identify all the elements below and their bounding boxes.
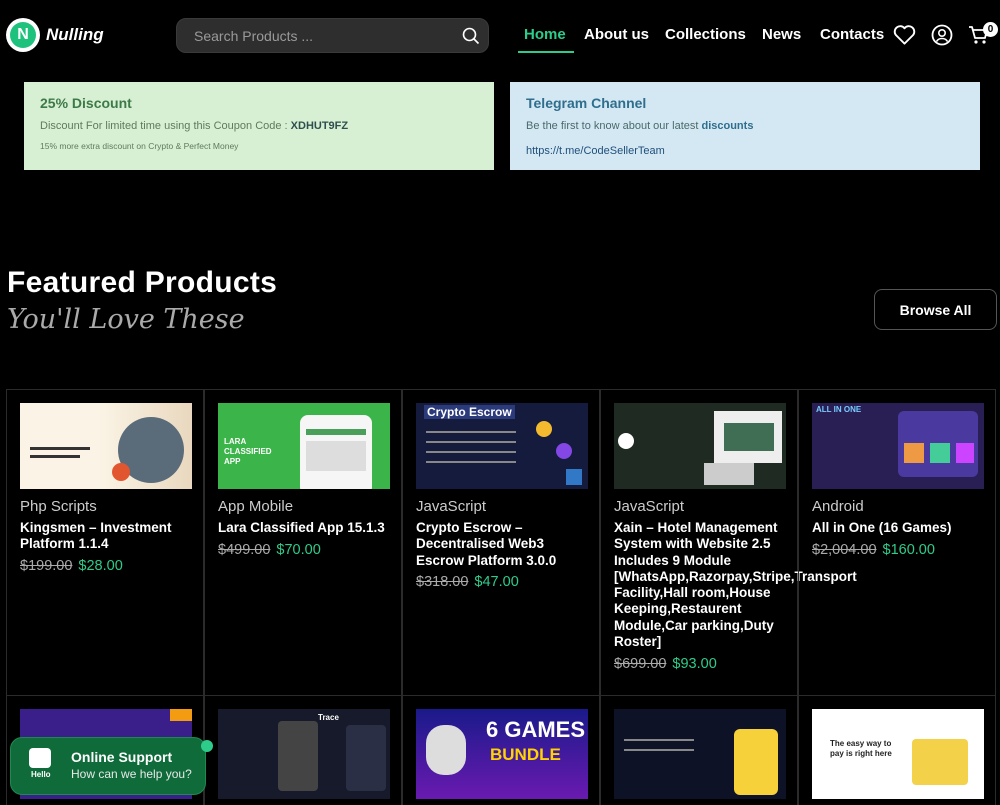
product-category[interactable]: Php Scripts (20, 498, 97, 515)
header: N Nulling Home About us Collections News… (0, 0, 1000, 72)
product-card[interactable]: ALL IN ONE Android All in One (16 Games)… (798, 390, 996, 696)
product-category[interactable]: Android (812, 498, 864, 515)
telegram-text: Be the first to know about our latest di… (526, 120, 964, 132)
user-icon[interactable] (931, 24, 953, 46)
nav-collections[interactable]: Collections (665, 26, 746, 43)
chat-icon (29, 748, 51, 768)
nav-news[interactable]: News (762, 26, 801, 43)
section-title: Featured Products (7, 266, 278, 299)
logo[interactable]: N Nulling (6, 18, 104, 52)
discount-text-prefix: Discount For limited time using this Cou… (40, 120, 291, 132)
search-input[interactable] (177, 19, 488, 52)
thumb-text: Crypto Escrow (424, 405, 515, 419)
product-image[interactable] (20, 403, 192, 489)
support-hello: Hello (31, 770, 51, 779)
old-price: $499.00 (218, 542, 271, 558)
product-price: $199.00 $28.00 (20, 558, 123, 574)
sale-price: $160.00 (882, 542, 935, 558)
product-card[interactable]: Crypto Escrow JavaScript Crypto Escrow –… (402, 390, 600, 696)
sale-price: $70.00 (276, 542, 321, 558)
online-support-widget[interactable]: Hello Online Support How can we help you… (10, 737, 213, 795)
nav-home[interactable]: Home (524, 26, 566, 43)
product-image[interactable] (614, 403, 786, 489)
product-title[interactable]: Lara Classified App 15.1.3 (218, 520, 396, 536)
discount-banner: 25% Discount Discount For limited time u… (24, 82, 494, 170)
product-image[interactable]: 6 GAMES BUNDLE (416, 709, 588, 799)
product-price: $699.00 $93.00 (614, 656, 717, 672)
product-title[interactable]: Kingsmen – Investment Platform 1.1.4 (20, 520, 192, 553)
nav-about-us[interactable]: About us (584, 26, 649, 43)
section-subtitle: You'll Love These (7, 304, 245, 335)
telegram-highlight: discounts (701, 120, 754, 132)
product-card[interactable]: 6 GAMES BUNDLE (402, 696, 600, 805)
browse-all-button[interactable]: Browse All (874, 289, 997, 330)
support-subtitle: How can we help you? (71, 767, 192, 781)
product-category[interactable]: App Mobile (218, 498, 293, 515)
product-card[interactable] (600, 696, 798, 805)
brand-name: Nulling (46, 25, 104, 44)
product-image[interactable]: Trace (218, 709, 390, 799)
old-price: $199.00 (20, 558, 73, 574)
product-title[interactable]: Crypto Escrow – Decentralised Web3 Escro… (416, 520, 588, 569)
thumb-text: LARA CLASSIFIED APP (224, 437, 272, 466)
product-image[interactable]: ALL IN ONE (812, 403, 984, 489)
product-image[interactable]: The easy way to pay is right here (812, 709, 984, 799)
sale-price: $47.00 (474, 574, 519, 590)
thumb-text: BUNDLE (490, 745, 561, 764)
support-title: Online Support (71, 749, 173, 765)
product-card[interactable]: The easy way to pay is right here (798, 696, 996, 805)
product-price: $318.00 $47.00 (416, 574, 519, 590)
discount-extra: 15% more extra discount on Crypto & Perf… (40, 141, 239, 151)
search-bar (176, 18, 489, 53)
logo-icon: N (6, 18, 40, 52)
product-title[interactable]: Xain – Hotel Management System with Webs… (614, 520, 857, 650)
telegram-title: Telegram Channel (526, 95, 647, 111)
logo-letter: N (10, 22, 36, 48)
product-card[interactable]: LARA CLASSIFIED APP App Mobile Lara Clas… (204, 390, 402, 696)
product-category[interactable]: JavaScript (614, 498, 684, 515)
old-price: $2,004.00 (812, 542, 877, 558)
sale-price: $28.00 (78, 558, 123, 574)
nav-contacts[interactable]: Contacts (820, 26, 884, 43)
old-price: $699.00 (614, 656, 667, 672)
product-image[interactable] (614, 709, 786, 799)
heart-icon[interactable] (893, 24, 916, 46)
thumb-text: The easy way to pay is right here (830, 739, 892, 758)
thumb-text: ALL IN ONE (816, 405, 862, 414)
sale-price: $93.00 (672, 656, 717, 672)
coupon-code: XDHUT9FZ (290, 120, 349, 132)
cart-count-badge: 0 (983, 22, 998, 37)
telegram-link[interactable]: https://t.me/CodeSellerTeam (526, 145, 665, 157)
product-image[interactable]: Crypto Escrow (416, 403, 588, 489)
search-icon[interactable] (462, 27, 480, 45)
product-category[interactable]: JavaScript (416, 498, 486, 515)
old-price: $318.00 (416, 574, 469, 590)
thumb-text: Trace (318, 713, 339, 722)
thumb-text: 6 GAMES (486, 717, 586, 742)
product-price: $499.00 $70.00 (218, 542, 321, 558)
telegram-banner: Telegram Channel Be the first to know ab… (510, 82, 980, 170)
product-card[interactable]: JavaScript Xain – Hotel Management Syste… (600, 390, 857, 696)
product-title[interactable]: All in One (16 Games) (812, 520, 992, 536)
nav-active-indicator (518, 51, 574, 53)
discount-title: 25% Discount (40, 95, 132, 111)
product-card[interactable]: Php Scripts Kingsmen – Investment Platfo… (6, 390, 204, 696)
telegram-text-prefix: Be the first to know about our latest (526, 120, 702, 132)
product-price: $2,004.00 $160.00 (812, 542, 935, 558)
online-status-dot (201, 740, 213, 752)
product-image[interactable]: LARA CLASSIFIED APP (218, 403, 390, 489)
product-card[interactable]: Trace (204, 696, 402, 805)
discount-text: Discount For limited time using this Cou… (40, 120, 478, 132)
